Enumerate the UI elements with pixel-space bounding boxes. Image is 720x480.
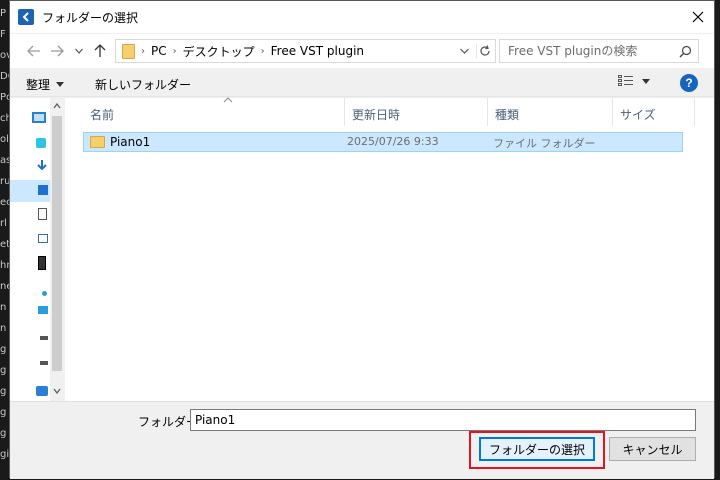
breadcrumb-desktop[interactable]: デスクトップ (183, 43, 255, 60)
desktop-pc-icon[interactable] (32, 112, 46, 123)
breadcrumb-separator: › (172, 45, 177, 57)
chevron-down-icon (459, 48, 469, 54)
address-history-button[interactable] (457, 44, 471, 58)
folder-name-field[interactable] (190, 409, 696, 431)
search-icon (679, 45, 692, 58)
nav-pane-scrollbar[interactable] (50, 98, 64, 401)
command-toolbar: 整理 新しいフォルダー ? (10, 69, 714, 97)
column-header-size[interactable]: サイズ (613, 98, 695, 126)
scroll-up-icon[interactable] (53, 102, 61, 110)
back-button[interactable] (25, 42, 43, 60)
column-header-label: サイズ (620, 108, 656, 122)
network-drive-icon[interactable] (38, 306, 48, 314)
downloads-icon[interactable] (36, 160, 48, 172)
background-text-fragment: n (0, 302, 7, 313)
address-bar[interactable]: › PC › デスクトップ › Free VST plugin (115, 39, 496, 63)
file-row[interactable]: Piano1 2025/07/26 9:33 ファイル フォルダー (83, 132, 683, 152)
cloud-drive-icon[interactable] (36, 138, 46, 148)
column-header-type[interactable]: 種類 (488, 98, 613, 126)
background-text-fragment: rl (0, 218, 7, 229)
up-button[interactable] (91, 42, 109, 60)
folder-icon (90, 136, 105, 148)
background-text-fragment: n (0, 323, 7, 334)
pictures-icon[interactable] (38, 234, 48, 243)
file-name: Piano1 (110, 135, 151, 149)
select-folder-button[interactable]: フォルダーの選択 (479, 437, 595, 461)
drive-icon[interactable] (40, 361, 48, 365)
details-view-icon (618, 75, 633, 86)
file-list[interactable]: 名前 更新日時 種類 サイズ Piano1 2025/07/26 9:33 ファ… (65, 97, 714, 401)
folder-icon (122, 43, 135, 59)
dialog-footer: フォルダー: フォルダーの選択 キャンセル (10, 401, 714, 479)
desktop-folder-icon[interactable] (38, 185, 48, 195)
documents-icon[interactable] (38, 208, 47, 220)
column-header-label: 名前 (90, 108, 115, 122)
background-text-fragment: g (0, 386, 7, 397)
scrollbar-thumb[interactable] (52, 116, 62, 371)
drive-icon[interactable] (40, 336, 48, 340)
search-box[interactable] (499, 39, 699, 63)
background-text-fragment: g (0, 344, 7, 355)
file-type: ファイル フォルダー (493, 137, 596, 150)
title-bar: フォルダーの選択 (10, 1, 714, 33)
videos-icon[interactable] (38, 256, 46, 270)
music-icon[interactable] (42, 291, 47, 296)
breadcrumb-separator: › (141, 45, 145, 57)
arrow-right-icon (51, 45, 64, 57)
refresh-button[interactable] (476, 44, 492, 58)
close-icon (692, 11, 704, 23)
sort-ascending-icon (223, 97, 233, 103)
column-header-label: 更新日時 (352, 108, 401, 122)
refresh-icon (479, 45, 490, 56)
column-header-label: 種類 (495, 108, 520, 122)
breadcrumb-separator: › (260, 45, 265, 57)
background-text-fragment: P (0, 8, 7, 19)
caret-down-icon (642, 78, 650, 84)
folder-select-dialog: フォルダーの選択 › PC › デスクトップ › Free VST plugin (9, 0, 715, 479)
organize-label: 整理 (26, 78, 51, 92)
chevron-down-icon (75, 48, 83, 54)
download-arrow-icon (37, 160, 47, 171)
column-header-modified[interactable]: 更新日時 (345, 98, 488, 126)
forward-button[interactable] (48, 42, 66, 60)
arrow-up-icon (94, 44, 106, 57)
background-text-fragment: g (0, 428, 7, 439)
cancel-button[interactable]: キャンセル (609, 437, 696, 461)
window-title: フォルダーの選択 (42, 10, 139, 25)
breadcrumb-pc[interactable]: PC (151, 44, 167, 58)
file-modified: 2025/07/26 9:33 (347, 135, 439, 148)
column-header-name[interactable]: 名前 (83, 97, 345, 126)
caret-down-icon (56, 82, 65, 87)
new-folder-button[interactable]: 新しいフォルダー (95, 76, 191, 93)
navigation-bar: › PC › デスクトップ › Free VST plugin (10, 34, 714, 68)
navigation-pane[interactable] (10, 98, 64, 401)
breadcrumb-free-vst-plugin[interactable]: Free VST plugin (271, 44, 364, 58)
view-options-button[interactable] (618, 75, 650, 87)
arrow-left-icon (27, 45, 40, 57)
organize-button[interactable]: 整理 (26, 76, 65, 93)
scroll-down-icon[interactable] (53, 387, 61, 395)
help-button[interactable]: ? (680, 74, 698, 92)
background-text-fragment: g (0, 365, 7, 376)
recent-dropdown-button[interactable] (70, 42, 88, 60)
background-text-fragment: g (0, 407, 7, 418)
background-text-fragment: F (0, 29, 6, 40)
close-button[interactable] (686, 5, 710, 29)
search-input[interactable] (508, 43, 673, 59)
app-icon (18, 9, 34, 25)
network-icon[interactable] (36, 386, 48, 396)
